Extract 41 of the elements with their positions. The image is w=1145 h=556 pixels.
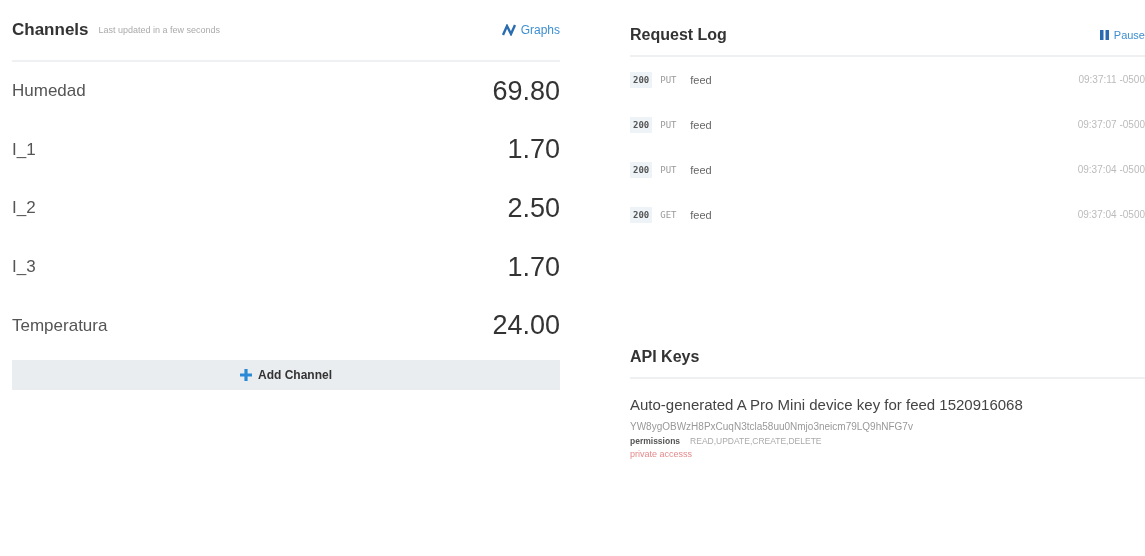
panel-title: API Keys [630, 348, 700, 366]
panel-title: Channels [12, 20, 89, 40]
access-note: private accesss [630, 449, 694, 459]
request-path: feed [690, 73, 712, 86]
channel-name: I_2 [12, 198, 36, 219]
pause-icon [1099, 30, 1109, 40]
channel-name: I_1 [12, 139, 36, 160]
channel-value: 2.50 [507, 193, 560, 224]
panel-title: Request Log [630, 26, 727, 44]
key-description: Auto-generated A Pro Mini device key for feed 1520916068 [630, 395, 1024, 415]
request-method: PUT [660, 74, 678, 85]
request-method: GET [660, 209, 678, 220]
status-code: 200 [630, 71, 653, 88]
channel-name: Temperatura [12, 315, 108, 336]
permissions-label: permissions [630, 436, 681, 446]
request-method: PUT [660, 164, 678, 175]
status-code: 200 [630, 161, 653, 178]
add-channel-button[interactable]: Add Channel [12, 359, 560, 390]
request-time: 09:37:11 -0500 [1078, 74, 1145, 85]
request-path: feed [690, 163, 712, 176]
plus-icon [240, 368, 252, 381]
channel-name: Humedad [12, 81, 86, 102]
api-key: YW8ygOBWzH8PxCuqN3tcla58uu0Nmjo3neicm79LQ9hNFG7v [630, 421, 1145, 432]
request-method: PUT [660, 119, 678, 130]
channel-value: 1.70 [507, 251, 560, 283]
graphs-link[interactable]: Graphs [501, 23, 560, 37]
channel-value: 24.00 [492, 310, 560, 342]
channel-value: 1.70 [507, 134, 560, 166]
request-time: 09:37:04 -0500 [1077, 164, 1145, 175]
status-code: 200 [630, 206, 653, 223]
request-path: feed [690, 208, 712, 221]
request-time: 09:37:07 -0500 [1077, 119, 1145, 130]
request-path: feed [690, 118, 712, 131]
channel-value: 69.80 [492, 75, 560, 107]
line-chart-icon [501, 24, 516, 36]
channel-name: I_3 [12, 257, 36, 278]
status-code: 200 [630, 116, 653, 133]
permissions-value: READ,UPDATE,CREATE,DELETE [690, 436, 822, 446]
pause-button[interactable]: Pause [1099, 29, 1145, 41]
updated-note: Last updated in a few seconds [98, 25, 221, 35]
request-time: 09:37:04 -0500 [1077, 209, 1145, 220]
